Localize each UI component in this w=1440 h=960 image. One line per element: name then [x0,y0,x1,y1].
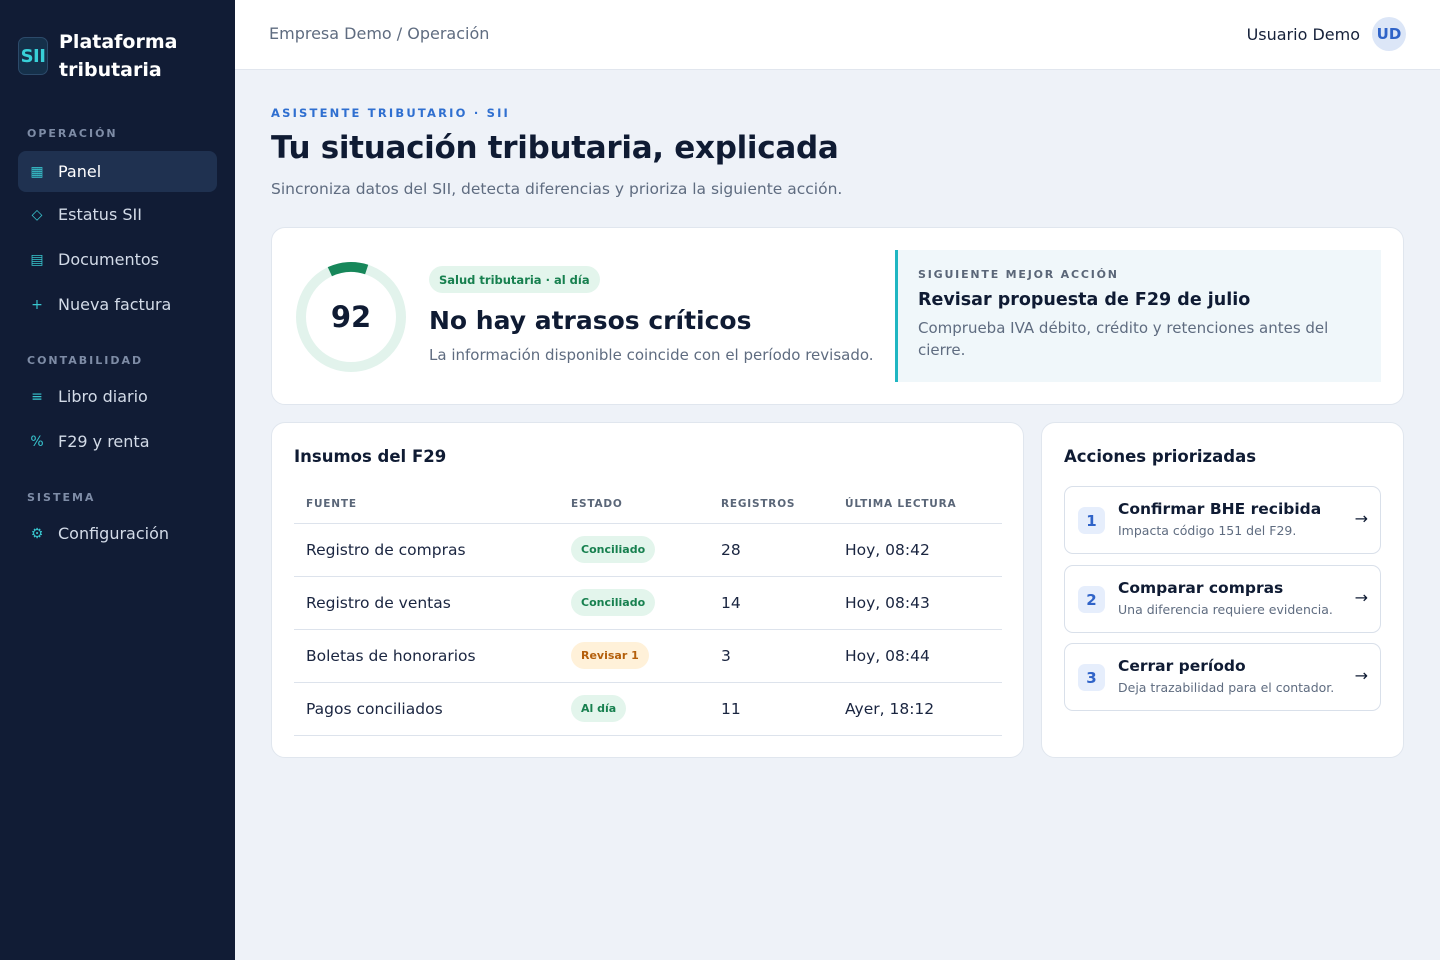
cell-last-read: Hoy, 08:44 [833,629,1002,683]
action-number: 1 [1078,507,1105,534]
page-subtitle: Sincroniza datos del SII, detecta difere… [271,180,843,198]
next-action-title: Revisar propuesta de F29 de julio [918,290,1251,310]
action-description: Una diferencia requiere evidencia. [1118,602,1333,617]
nav-section-contabilidad: CONTABILIDAD [27,354,144,367]
action-title: Confirmar BHE recibida [1118,500,1322,518]
brand-name: Plataforma tributaria [59,31,178,81]
health-title: No hay atrasos críticos [429,306,752,335]
prioritized-actions-card: Acciones priorizadas 1 Confirmar BHE rec… [1041,422,1404,758]
action-description: Deja trazabilidad para el contador. [1118,680,1335,695]
health-score: 92 [330,300,372,334]
page-title: Tu situación tributaria, explicada [271,130,839,166]
column-header: FUENTE [294,486,559,524]
grid-icon: ▦ [30,163,44,180]
status-badge: Conciliado [571,589,656,616]
sidebar: SII Plataforma tributaria OPERACIÓN ▦ Pa… [0,0,235,960]
table-row[interactable]: Registro de compras Conciliado 28 Hoy, 0… [294,523,1002,577]
cell-records: 11 [709,682,833,736]
next-action-label: SIGUIENTE MEJOR ACCIÓN [918,268,1119,281]
cell-records: 3 [709,629,833,683]
nav-item-nueva-factura[interactable]: + Nueva factura [18,284,217,325]
cell-source: Boletas de honorarios [294,629,559,683]
cell-source: Pagos conciliados [294,682,559,736]
topbar: Empresa Demo / Operación Usuario Demo UD [235,0,1440,70]
cell-status: Conciliado [559,523,709,577]
arrow-right-icon[interactable]: → [1355,666,1368,685]
cell-status: Revisar 1 [559,629,709,683]
nav-item-estatus-sii[interactable]: ◇ Estatus SII [18,194,217,235]
nav-item-label: Documentos [58,250,160,269]
action-description: Impacta código 151 del F29. [1118,523,1297,538]
cell-records: 14 [709,576,833,630]
gear-icon: ⚙ [30,525,44,542]
column-header: REGISTROS [709,486,833,524]
cell-source: Registro de ventas [294,576,559,630]
nav-section-sistema: SISTEMA [27,491,96,504]
document-icon: ▤ [30,251,44,268]
arrow-right-icon[interactable]: → [1355,588,1368,607]
action-number: 2 [1078,586,1105,613]
nav-item-label: Nueva factura [58,295,172,314]
user-name: Usuario Demo [1246,24,1360,44]
nav-item-label: Configuración [58,524,170,543]
nav-item-libro-diario[interactable]: ≡ Libro diario [18,376,217,417]
avatar[interactable]: UD [1372,17,1406,51]
table-row[interactable]: Boletas de honorarios Revisar 1 3 Hoy, 0… [294,629,1002,683]
action-item[interactable]: 1 Confirmar BHE recibida Impacta código … [1064,486,1381,554]
cell-last-read: Hoy, 08:42 [833,523,1002,577]
next-best-action[interactable]: SIGUIENTE MEJOR ACCIÓN Revisar propuesta… [895,250,1381,382]
nav-item-panel[interactable]: ▦ Panel [18,151,217,192]
cell-source: Registro de compras [294,523,559,577]
diamond-icon: ◇ [31,206,43,223]
action-item[interactable]: 2 Comparar compras Una diferencia requie… [1064,565,1381,633]
action-title: Comparar compras [1118,579,1284,597]
user-menu[interactable]: Usuario Demo UD [1247,17,1406,51]
card-title: Insumos del F29 [294,447,447,466]
action-number: 3 [1078,664,1105,691]
inputs-table: FUENTE ESTADO REGISTROS ÚLTIMA LECTURA R… [294,486,1002,736]
status-badge: Al día [571,695,627,722]
f29-inputs-card: Insumos del F29 FUENTE ESTADO REGISTROS … [271,422,1024,758]
nav-item-label: Panel [58,162,102,181]
nav-item-label: Estatus SII [58,205,142,224]
cell-records: 28 [709,523,833,577]
nav-item-label: F29 y renta [58,432,150,451]
list-icon: ≡ [31,388,43,405]
cell-status: Conciliado [559,576,709,630]
nav-item-configuracion[interactable]: ⚙ Configuración [18,513,217,554]
table-row[interactable]: Pagos conciliados Al día 11 Ayer, 18:12 [294,682,1002,736]
nav-item-documentos[interactable]: ▤ Documentos [18,239,217,280]
cell-last-read: Ayer, 18:12 [833,682,1002,736]
column-header: ESTADO [559,486,709,524]
status-badge: Revisar 1 [571,642,649,669]
plus-icon: + [31,296,43,313]
table-row[interactable]: Registro de ventas Conciliado 14 Hoy, 08… [294,576,1002,630]
table-header-row: FUENTE ESTADO REGISTROS ÚLTIMA LECTURA [294,486,1002,524]
column-header: ÚLTIMA LECTURA [833,486,1002,524]
nav-section-operacion: OPERACIÓN [27,127,118,140]
next-action-description: Comprueba IVA débito, crédito y retencio… [918,319,1329,359]
health-description: La información disponible coincide con e… [429,346,874,364]
health-card: 92 Salud tributaria · al día No hay atra… [271,227,1404,405]
status-badge: Salud tributaria · al día [429,266,600,293]
card-title: Acciones priorizadas [1064,447,1257,466]
nav-item-f29-renta[interactable]: % F29 y renta [18,421,217,462]
nav-item-label: Libro diario [58,387,148,406]
cell-status: Al día [559,682,709,736]
brand[interactable]: SII Plataforma tributaria [18,28,209,84]
action-item[interactable]: 3 Cerrar período Deja trazabilidad para … [1064,643,1381,711]
status-badge: Conciliado [571,536,656,563]
brand-logo: SII [18,37,48,75]
action-title: Cerrar período [1118,657,1246,675]
arrow-right-icon[interactable]: → [1355,509,1368,528]
page-eyebrow: ASISTENTE TRIBUTARIO · SII [271,106,511,120]
breadcrumb[interactable]: Empresa Demo / Operación [269,24,489,43]
cell-last-read: Hoy, 08:43 [833,576,1002,630]
percent-icon: % [30,433,44,450]
